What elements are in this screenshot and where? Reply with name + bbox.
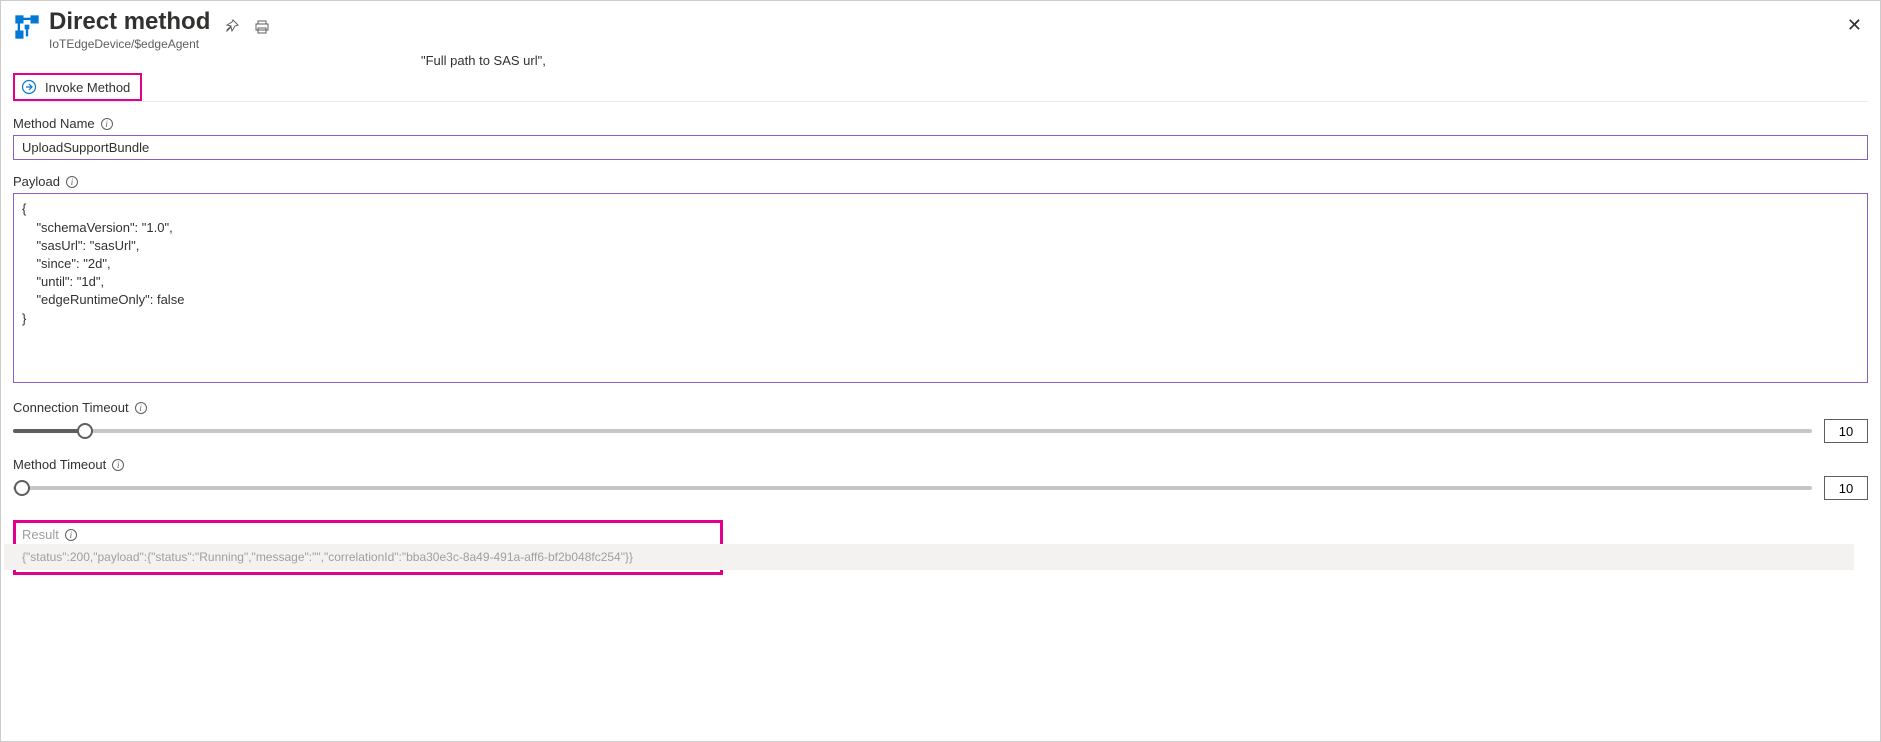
invoke-icon xyxy=(21,79,37,95)
payload-label: Payload xyxy=(13,174,60,189)
toolbar: Invoke Method xyxy=(13,73,1868,102)
print-icon[interactable] xyxy=(254,19,270,35)
payload-group: Payload i xyxy=(13,174,1868,386)
method-timeout-slider[interactable] xyxy=(13,478,1812,498)
connection-timeout-group: Connection Timeout i xyxy=(13,400,1868,443)
connection-timeout-value[interactable] xyxy=(1824,419,1868,443)
page-title: Direct method xyxy=(49,9,210,35)
result-label: Result xyxy=(22,527,59,542)
info-icon[interactable]: i xyxy=(66,176,78,188)
method-timeout-value[interactable] xyxy=(1824,476,1868,500)
method-name-group: Method Name i xyxy=(13,116,1868,160)
close-icon[interactable]: ✕ xyxy=(1847,15,1862,36)
invoke-method-label: Invoke Method xyxy=(45,80,130,95)
method-timeout-group: Method Timeout i xyxy=(13,457,1868,500)
floating-snippet: "Full path to SAS url", xyxy=(421,53,546,68)
pin-icon[interactable] xyxy=(224,19,240,35)
info-icon[interactable]: i xyxy=(135,402,147,414)
breadcrumb: IoTEdgeDevice/$edgeAgent xyxy=(49,37,210,51)
result-output: {"status":200,"payload":{"status":"Runni… xyxy=(4,544,1854,570)
info-icon[interactable]: i xyxy=(112,459,124,471)
info-icon[interactable]: i xyxy=(101,118,113,130)
header: Direct method IoTEdgeDevice/$edgeAgent ✕ xyxy=(13,9,1868,51)
invoke-method-button[interactable]: Invoke Method xyxy=(13,73,142,101)
result-section: Result i {"status":200,"payload":{"statu… xyxy=(13,520,723,575)
method-timeout-label: Method Timeout xyxy=(13,457,106,472)
method-name-input[interactable] xyxy=(13,135,1868,160)
connection-timeout-label: Connection Timeout xyxy=(13,400,129,415)
direct-method-icon xyxy=(13,13,41,41)
method-name-label: Method Name xyxy=(13,116,95,131)
payload-input[interactable] xyxy=(13,193,1868,383)
connection-timeout-slider[interactable] xyxy=(13,421,1812,441)
info-icon[interactable]: i xyxy=(65,529,77,541)
